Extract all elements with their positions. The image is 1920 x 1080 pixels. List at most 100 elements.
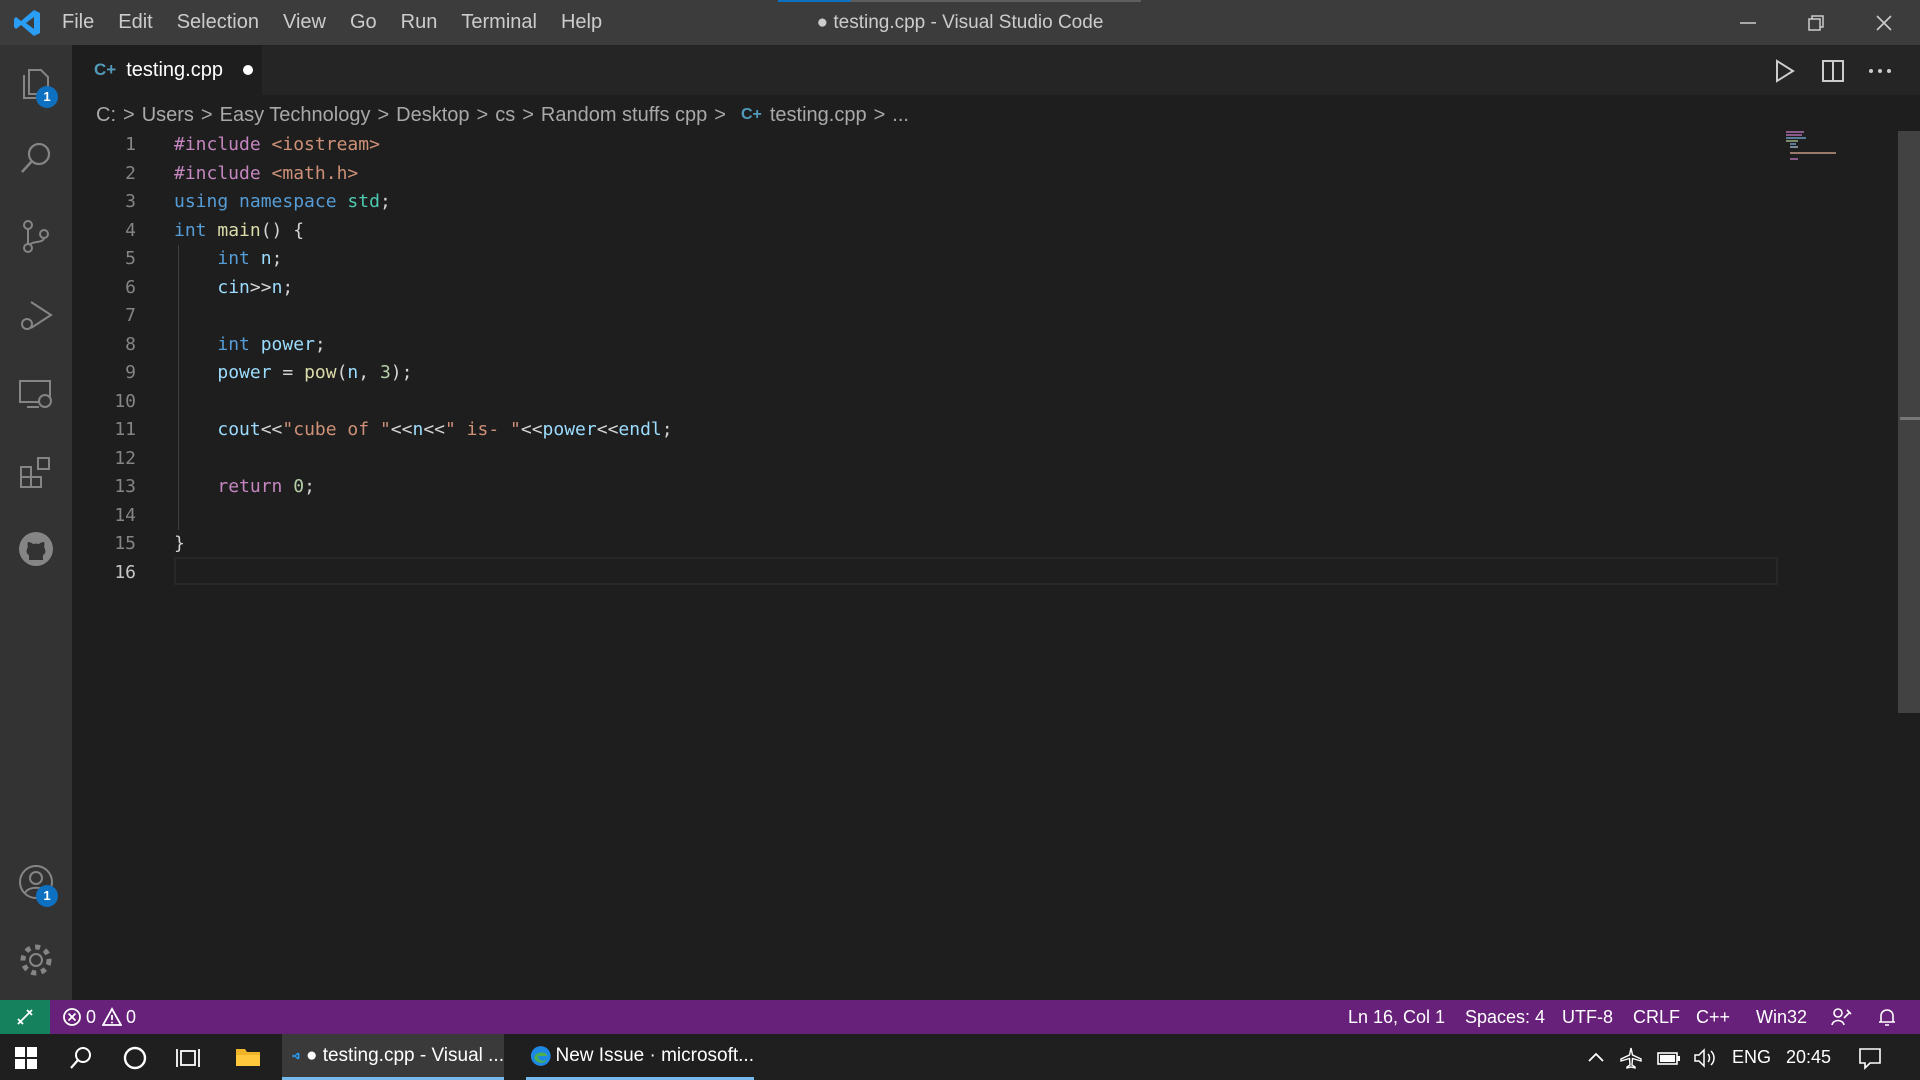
language-mode[interactable]: C++ — [1696, 1000, 1730, 1034]
minimap[interactable] — [1786, 131, 1896, 161]
tabs-bar — [72, 45, 1920, 95]
menu-go[interactable]: Go — [338, 11, 389, 34]
battery-button[interactable] — [1656, 1046, 1682, 1070]
encoding[interactable]: UTF-8 — [1562, 1000, 1613, 1034]
menu-terminal[interactable]: Terminal — [449, 11, 549, 34]
file-explorer-button[interactable] — [234, 1044, 262, 1070]
more-actions-button[interactable] — [1866, 57, 1894, 85]
close-icon — [1876, 14, 1892, 31]
code-token: n — [412, 419, 424, 440]
menu-edit[interactable]: Edit — [106, 11, 164, 34]
breadcrumb-item[interactable]: cs — [495, 104, 515, 127]
explorer-button[interactable]: 1 — [0, 48, 72, 118]
problems-button[interactable]: 0 0 — [62, 1000, 136, 1034]
breadcrumb-item[interactable]: Users — [142, 104, 194, 127]
extensions-icon — [20, 457, 50, 488]
remote-indicator-button[interactable] — [0, 1000, 50, 1034]
cortana-button[interactable] — [122, 1045, 148, 1071]
minimize-button[interactable] — [1714, 0, 1782, 45]
remote-icon — [17, 1009, 33, 1025]
breadcrumb-item[interactable]: Desktop — [396, 104, 469, 127]
line-number: 3 — [125, 191, 136, 212]
code-line[interactable]: cin>>n; — [174, 274, 293, 303]
code-token: ; — [661, 419, 673, 440]
tab-testing-cpp[interactable]: C+ testing.cpp — [72, 45, 262, 95]
breadcrumb-item[interactable]: C: — [96, 104, 116, 127]
code-line[interactable]: } — [174, 530, 185, 559]
settings-button[interactable] — [0, 925, 72, 995]
code-token: return — [217, 476, 283, 497]
search-button[interactable] — [0, 123, 72, 193]
code-line[interactable]: int n; — [174, 245, 282, 274]
taskbar-edge[interactable]: New Issue · microsoft... — [526, 1034, 754, 1080]
scrollbar[interactable] — [1898, 131, 1920, 713]
code-line[interactable]: int power; — [174, 331, 325, 360]
play-icon — [1776, 59, 1795, 83]
extensions-button[interactable] — [0, 437, 72, 507]
notifications-button[interactable] — [1876, 1006, 1898, 1028]
action-center-button[interactable] — [1857, 1045, 1883, 1071]
menu-selection[interactable]: Selection — [165, 11, 271, 34]
line-number: 6 — [125, 276, 136, 298]
show-hidden-icons-button[interactable] — [1585, 1047, 1607, 1069]
breadcrumb-item[interactable]: Random stuffs cpp — [541, 104, 707, 127]
menu-run[interactable]: Run — [389, 11, 450, 34]
code-line[interactable]: #include <math.h> — [174, 160, 358, 189]
code-line[interactable]: return 0; — [174, 473, 315, 502]
menu-view[interactable]: View — [271, 11, 338, 34]
code-token: int — [174, 219, 207, 241]
taskbar-vscode[interactable]: ● testing.cpp - Visual ... — [282, 1034, 504, 1080]
unsaved-dot-icon[interactable] — [242, 65, 253, 75]
taskbar-edge-label: New Issue · microsoft... — [555, 1044, 755, 1066]
code-token: ; — [379, 191, 391, 212]
code-token: << — [520, 419, 543, 440]
start-button[interactable] — [14, 1046, 38, 1070]
run-debug-button[interactable] — [0, 280, 72, 350]
indentation[interactable]: Spaces: 4 — [1465, 1000, 1545, 1034]
code-line[interactable]: power = pow(n, 3); — [174, 359, 412, 388]
restore-button[interactable] — [1782, 0, 1850, 45]
code-line[interactable]: using namespace std; — [174, 188, 391, 217]
airplane-mode-button[interactable] — [1619, 1046, 1643, 1070]
line-number: 13 — [114, 476, 136, 497]
restore-icon — [1808, 14, 1824, 31]
breadcrumb-item[interactable]: Easy Technology — [220, 104, 371, 127]
breadcrumb-item[interactable]: ... — [892, 104, 909, 127]
chevron-right-icon: > — [873, 103, 886, 126]
code-token: std — [347, 191, 380, 212]
chevron-right-icon: > — [522, 103, 534, 126]
source-control-button[interactable] — [0, 201, 72, 271]
airplane-icon — [1620, 1047, 1642, 1069]
taskbar-search-button[interactable] — [68, 1045, 94, 1071]
cursor-position[interactable]: Ln 16, Col 1 — [1348, 1000, 1445, 1034]
github-button[interactable] — [0, 514, 72, 584]
code-token: #include — [174, 162, 261, 184]
code-line[interactable]: #include <iostream> — [174, 131, 380, 160]
menu-file[interactable]: File — [50, 11, 106, 34]
run-file-button[interactable] — [1770, 57, 1798, 85]
code-line[interactable]: int main() { — [174, 217, 304, 246]
code-line[interactable]: cout<<"cube of "<<n<<" is- "<<power<<end… — [174, 416, 673, 445]
chevron-right-icon: > — [123, 103, 135, 126]
platform[interactable]: Win32 — [1756, 1000, 1807, 1034]
volume-button[interactable] — [1692, 1046, 1718, 1070]
clock[interactable]: 20:45 — [1786, 1034, 1831, 1080]
accounts-button[interactable]: 1 — [0, 847, 72, 917]
feedback-button[interactable] — [1830, 1006, 1852, 1028]
task-view-button[interactable] — [175, 1045, 201, 1071]
split-editor-button[interactable] — [1819, 57, 1847, 85]
code-token: using — [174, 191, 229, 212]
error-icon — [63, 1008, 81, 1026]
chevron-right-icon: > — [377, 103, 390, 126]
breadcrumb-item[interactable]: testing.cpp — [770, 104, 867, 127]
input-language[interactable]: ENG — [1732, 1034, 1771, 1080]
remote-explorer-button[interactable] — [0, 359, 72, 429]
warning-icon — [102, 1007, 123, 1026]
close-button[interactable] — [1850, 0, 1918, 45]
warning-count: 0 — [126, 1007, 137, 1027]
tab-label: testing.cpp — [126, 58, 223, 81]
end-of-line[interactable]: CRLF — [1633, 1000, 1680, 1034]
